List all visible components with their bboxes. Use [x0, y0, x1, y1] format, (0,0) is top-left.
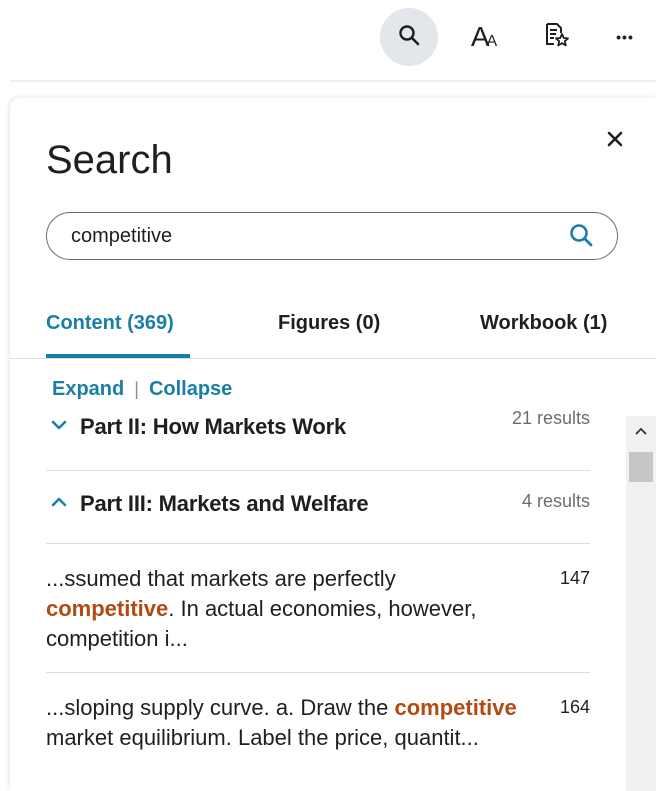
section-result-count: 4 results: [521, 491, 590, 511]
result-tabs: Content (369) Figures (0) Workbook (1): [10, 298, 656, 359]
section-result-count: 21 results: [511, 408, 590, 428]
search-box: [46, 212, 618, 260]
match-highlight: competitive: [394, 695, 517, 720]
font-size-button[interactable]: AA: [455, 8, 513, 66]
search-toolbar-button[interactable]: [380, 8, 438, 66]
section-title: Part II: How Markets Work: [80, 414, 346, 439]
chevron-up-icon: [50, 493, 68, 511]
bookmark-list-button[interactable]: [527, 8, 585, 66]
chevron-up-icon: [635, 422, 647, 440]
close-icon: [606, 130, 624, 153]
results-list: Part II: How Markets Work 21 results Par…: [46, 408, 590, 791]
result-snippet: ...sloping supply curve. a. Draw the com…: [46, 695, 517, 750]
tab-workbook[interactable]: Workbook (1): [480, 312, 607, 335]
scroll-thumb[interactable]: [629, 452, 653, 482]
chevron-down-icon: [50, 416, 68, 434]
result-page-number: 164: [559, 697, 590, 717]
result-snippet: ...ssumed that markets are perfectly com…: [46, 566, 477, 651]
search-panel: Search Content (369) Figures (0) Workboo…: [10, 98, 656, 791]
separator: |: [134, 379, 139, 399]
search-input[interactable]: [71, 213, 551, 259]
expand-collapse-controls: Expand | Collapse: [52, 378, 232, 401]
close-button[interactable]: [600, 126, 630, 156]
search-result[interactable]: ...ssumed that markets are perfectly com…: [46, 544, 590, 673]
more-dots-icon: •••: [616, 29, 634, 45]
bookmark-list-icon: [542, 21, 570, 54]
results-scrollbar[interactable]: [626, 416, 656, 791]
toolbar-divider: [10, 80, 656, 82]
more-options-button[interactable]: •••: [596, 8, 654, 66]
tab-content[interactable]: Content (369): [46, 312, 174, 335]
result-page-number: 147: [559, 568, 590, 588]
section-header[interactable]: Part II: How Markets Work 21 results: [46, 408, 590, 471]
tab-figures[interactable]: Figures (0): [278, 312, 380, 335]
collapse-link[interactable]: Collapse: [149, 378, 232, 401]
section-title: Part III: Markets and Welfare: [80, 491, 369, 516]
top-toolbar: AA •••: [0, 0, 656, 80]
active-tab-indicator: [46, 354, 190, 358]
font-size-icon: AA: [470, 21, 498, 52]
search-icon: [397, 23, 421, 52]
search-submit-button[interactable]: [567, 223, 595, 251]
search-result[interactable]: ...sloping supply curve. a. Draw the com…: [46, 673, 590, 791]
expand-link[interactable]: Expand: [52, 378, 124, 401]
match-highlight: competitive: [46, 596, 169, 621]
scroll-up-button[interactable]: [626, 416, 656, 446]
panel-title: Search: [46, 138, 173, 182]
search-icon: [568, 222, 594, 253]
section-header[interactable]: Part III: Markets and Welfare 4 results: [46, 471, 590, 544]
